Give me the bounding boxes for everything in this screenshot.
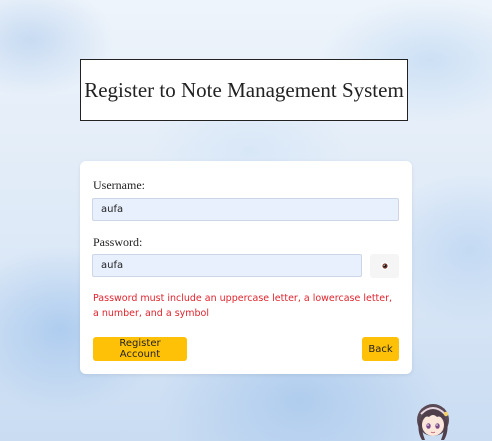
page-title: Register to Note Management System [84,77,404,102]
back-button[interactable]: Back [362,337,399,361]
toggle-password-visibility-button[interactable] [370,254,399,278]
mascot-icon [417,404,449,440]
page-title-box: Register to Note Management System [80,59,408,121]
username-label: Username: [93,178,145,192]
password-label: Password: [93,235,143,249]
eye-icon [380,262,389,270]
username-input[interactable] [92,198,399,221]
password-input[interactable] [92,254,362,277]
register-form-card: Username: Password: Password must includ… [80,161,412,374]
register-account-button[interactable]: Register Account [93,337,187,361]
password-error-message: Password must include an uppercase lette… [93,293,393,319]
